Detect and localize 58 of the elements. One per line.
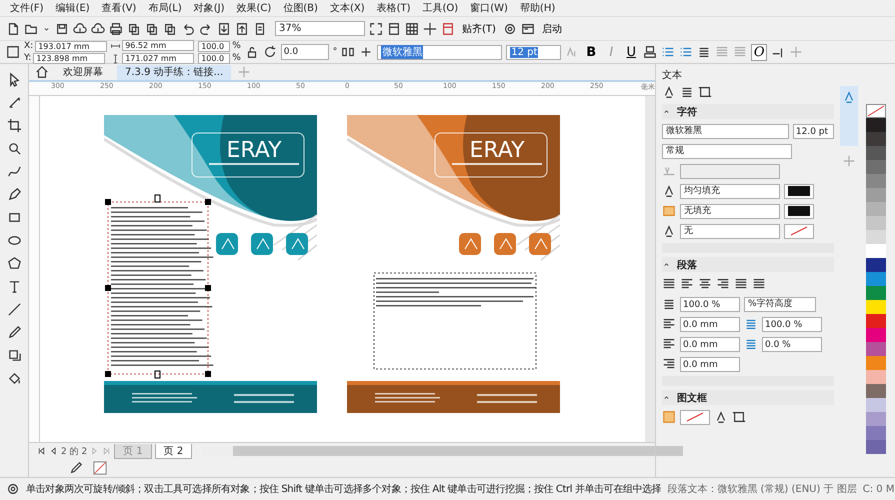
font-size-field[interactable]: 12.0 pt <box>792 124 834 138</box>
percent-label: % <box>232 41 241 51</box>
menu-item[interactable]: 查看(V) <box>102 1 136 15</box>
format-button[interactable]: B <box>583 44 600 60</box>
menu-item[interactable]: 文本(X) <box>330 1 365 15</box>
width-field[interactable]: 96.52 mm <box>122 40 194 51</box>
height-field[interactable]: 171.027 mm <box>122 53 194 64</box>
text-frame-button[interactable]: O <box>751 44 768 60</box>
menu-item[interactable]: 位图(B) <box>283 1 318 15</box>
zoom-dropdown[interactable]: 37% <box>275 21 365 36</box>
menu-item[interactable]: 窗口(W) <box>470 1 508 15</box>
section-heading: 段落 <box>677 258 697 272</box>
font-dropdown[interactable]: 微软雅黑 <box>377 44 502 60</box>
menu-item[interactable]: 文件(F) <box>10 1 44 15</box>
menu-item[interactable]: 工具(O) <box>422 1 458 15</box>
docker-title: 文本 <box>662 70 682 81</box>
spacing-unit-dropdown[interactable]: %字符高度 <box>744 296 816 312</box>
page-counter: 2 的 2 <box>61 446 88 458</box>
scale-x-field[interactable]: 100.0 <box>198 40 230 52</box>
section-heading: 图文框 <box>677 392 707 404</box>
document-tab[interactable]: 7.3.9 动手练：链接... <box>117 64 232 80</box>
flyer-title: ERAY <box>469 138 525 163</box>
object-info: 段落文本：微软雅黑 (常规) (ENU) 于 图层 <box>667 482 857 496</box>
color-info: C: 0 M: <box>862 484 895 494</box>
menu-item[interactable]: 布局(L) <box>148 1 182 15</box>
menu-item[interactable]: 编辑(E) <box>56 1 90 15</box>
font-size-dropdown[interactable]: 12 pt <box>506 44 562 60</box>
y-position-field[interactable]: 123.898 mm <box>33 52 106 64</box>
flyer-title: ERAY <box>226 138 282 163</box>
font-style-dropdown[interactable]: 常规 <box>662 144 792 158</box>
menu-item[interactable]: 对象(J) <box>194 1 224 15</box>
left-indent-field[interactable]: 0.0 mm <box>680 336 740 352</box>
percent-label: % <box>232 53 241 63</box>
y-label: Y: <box>24 53 32 63</box>
launch-button[interactable]: 启动 <box>538 22 565 36</box>
section-heading: 字符 <box>677 105 697 118</box>
scale-y-field[interactable]: 100.0 <box>198 52 230 64</box>
menu-item[interactable]: 效果(C) <box>236 1 272 15</box>
page-tab[interactable]: 页 2 <box>154 444 192 458</box>
word-spacing-field[interactable]: 0.0 % <box>762 336 822 352</box>
rotation-field[interactable]: 0.0 <box>280 44 329 60</box>
outline-dropdown[interactable]: 无 <box>680 224 780 238</box>
line-spacing-field[interactable]: 100.0 % <box>680 296 740 312</box>
document-tab[interactable]: 欢迎屏幕 <box>55 64 111 80</box>
snap-button[interactable]: 贴齐(T) <box>459 22 499 36</box>
x-position-field[interactable]: 193.017 mm <box>35 40 108 52</box>
first-indent-field[interactable]: 0.0 mm <box>680 316 740 332</box>
menu-item[interactable]: 帮助(H) <box>520 1 556 15</box>
background-fill-dropdown[interactable]: 无填充 <box>680 204 780 218</box>
font-dropdown[interactable]: 微软雅黑 <box>662 124 789 138</box>
right-indent-field[interactable]: 0.0 mm <box>680 356 740 372</box>
status-hint: 单击对象两次可旋转/倾斜；双击工具可选择所有对象；按住 Shift 键单击可选择多个对象；按住 Alt 键单击可进行挖掘；按住 Ctrl 并单击可在组中选择 <box>26 482 662 496</box>
format-button[interactable]: U <box>623 44 640 60</box>
degree-label: ° <box>332 47 338 57</box>
x-label: X: <box>24 41 34 51</box>
character-spacing-field[interactable]: 100.0 % <box>762 316 822 332</box>
fill-type-dropdown[interactable]: 均匀填充 <box>680 184 780 198</box>
menu-item[interactable]: 表格(T) <box>376 1 411 15</box>
